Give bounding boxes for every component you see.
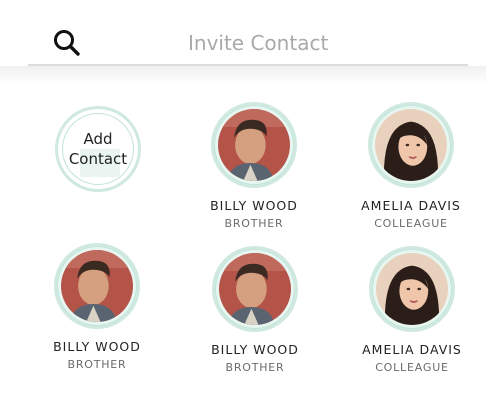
contact-relation: BROTHER xyxy=(224,217,284,230)
avatar[interactable] xyxy=(212,246,298,332)
contact-relation: COLLEAGUE xyxy=(374,217,448,230)
add-contact-circle[interactable]: Add Contact xyxy=(55,106,141,192)
avatar[interactable] xyxy=(369,246,455,332)
add-contact-button[interactable]: Add Contact xyxy=(38,106,158,192)
contact-name: BILLY WOOD xyxy=(211,342,299,357)
female-avatar-icon xyxy=(376,253,448,325)
contact-relation: BROTHER xyxy=(67,358,127,371)
contact-card[interactable]: AMELIA DAVIS COLLEAGUE xyxy=(352,246,472,374)
search-bar xyxy=(0,20,486,84)
contact-card[interactable]: BILLY WOOD BROTHER xyxy=(37,243,157,371)
contact-card[interactable]: BILLY WOOD BROTHER xyxy=(195,246,315,374)
male-avatar-icon xyxy=(219,253,291,325)
add-label-line1: Add xyxy=(83,130,113,148)
search-input[interactable] xyxy=(188,26,428,60)
male-avatar-icon xyxy=(61,250,133,322)
contact-card[interactable]: BILLY WOOD BROTHER xyxy=(194,102,314,230)
avatar[interactable] xyxy=(211,102,297,188)
contact-name: BILLY WOOD xyxy=(210,198,298,213)
contact-name: BILLY WOOD xyxy=(53,339,141,354)
search-icon[interactable] xyxy=(52,28,82,58)
add-label-line2: Contact xyxy=(68,150,128,168)
avatar[interactable] xyxy=(54,243,140,329)
contact-name: AMELIA DAVIS xyxy=(361,198,461,213)
contact-name: AMELIA DAVIS xyxy=(362,342,462,357)
male-avatar-icon xyxy=(218,109,290,181)
contact-relation: BROTHER xyxy=(225,361,285,374)
female-avatar-icon xyxy=(375,109,447,181)
contact-relation: COLLEAGUE xyxy=(375,361,449,374)
contact-card[interactable]: AMELIA DAVIS COLLEAGUE xyxy=(351,102,471,230)
avatar[interactable] xyxy=(368,102,454,188)
